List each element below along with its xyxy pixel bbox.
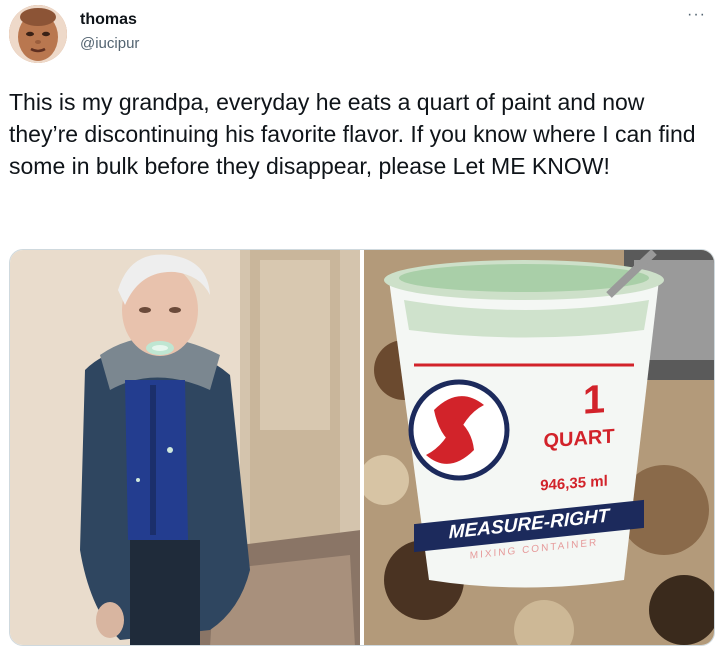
paint-bucket-photo[interactable]: 1 QUART 946,35 ml MEASURE-RIGHT MIXING C…	[364, 250, 714, 645]
tweet-media: 1 QUART 946,35 ml MEASURE-RIGHT MIXING C…	[9, 249, 715, 646]
grandpa-photo[interactable]	[10, 250, 360, 645]
tweet-text: This is my grandpa, everyday he eats a q…	[9, 89, 696, 179]
display-name[interactable]: thomas	[80, 11, 137, 29]
more-options-icon[interactable]: ···	[687, 6, 706, 24]
user-handle[interactable]: @iucipur	[80, 35, 139, 52]
avatar[interactable]	[9, 5, 67, 63]
label-number: 1	[582, 377, 606, 423]
